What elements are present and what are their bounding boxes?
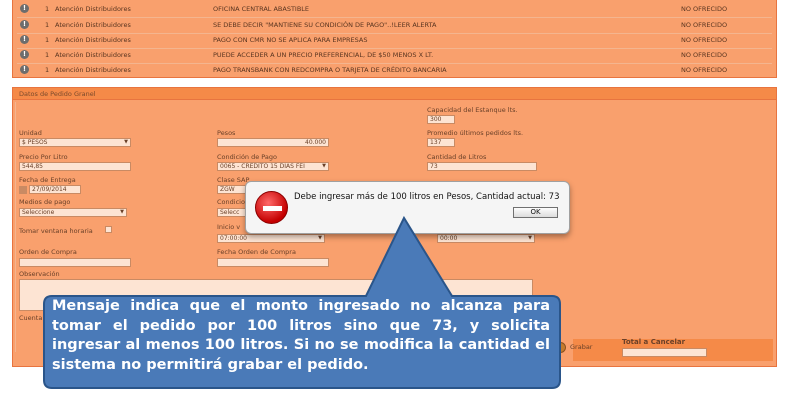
row-description: OFICINA CENTRAL ABASTIBLE	[213, 5, 310, 13]
row-number: 1	[45, 66, 50, 74]
pesos-label: Pesos	[217, 129, 236, 137]
row-description: SE DEBE DECIR "MANTIENE SU CONDICIÓN DE …	[213, 21, 437, 29]
row-description: PUEDE ACCEDER A UN PRECIO PREFERENCIAL, …	[213, 51, 434, 59]
fecha-label: Fecha de Entrega	[19, 176, 76, 184]
row-category: Atención Distribuidores	[55, 51, 131, 59]
medios-label: Medios de pago	[19, 198, 71, 206]
condicion2-select[interactable]: Selecc	[217, 208, 247, 217]
fecha-orden-field[interactable]	[217, 258, 329, 267]
row-number: 1	[45, 5, 50, 13]
table-row[interactable]: ! 1 Atención Distribuidores PUEDE ACCEDE…	[13, 48, 776, 62]
callout-text: Mensaje indica que el monto ingresado no…	[52, 298, 550, 373]
row-status: NO OFRECIDO	[681, 21, 728, 29]
row-category: Atención Distribuidores	[55, 66, 131, 74]
capacidad-field[interactable]: 300	[427, 115, 455, 124]
ventana-checkbox[interactable]	[105, 226, 112, 233]
row-status: NO OFRECIDO	[681, 51, 728, 59]
row-number: 1	[45, 21, 50, 29]
form-divider	[15, 102, 16, 352]
cuenta-label: Cuenta	[19, 314, 43, 322]
fecha-orden-label: Fecha Orden de Compra	[217, 248, 296, 256]
warning-icon: !	[20, 20, 29, 29]
cantidad-label: Cantidad de Litros	[427, 153, 487, 161]
row-number: 1	[45, 36, 50, 44]
warning-icon: !	[20, 65, 29, 74]
precio-label: Precio Por Litro	[19, 153, 68, 161]
row-status: NO OFRECIDO	[681, 66, 728, 74]
warning-icon: !	[20, 35, 29, 44]
warning-icon: !	[20, 50, 29, 59]
calendar-icon[interactable]	[19, 186, 27, 194]
row-number: 1	[45, 51, 50, 59]
table-row[interactable]: ! 1 Atención Distribuidores SE DEBE DECI…	[13, 18, 776, 32]
inicio-label: Inicio v	[217, 223, 241, 231]
unidad-label: Unidad	[19, 129, 42, 137]
form-title: Datos de Pedido Granel	[19, 90, 96, 98]
offers-table: ! 1 Atención Distribuidores OFICINA CENT…	[12, 0, 777, 78]
total-label: Total a Cancelar	[622, 338, 686, 346]
total-field	[622, 348, 707, 357]
row-category: Atención Distribuidores	[55, 21, 131, 29]
pesos-field[interactable]: 40.000	[217, 138, 329, 147]
alert-dialog: Debe ingresar más de 100 litros en Pesos…	[245, 181, 570, 234]
condicion-select[interactable]: 0065 - CREDITO 15 DIAS FEI	[217, 162, 329, 171]
orden-field[interactable]	[19, 258, 131, 267]
condicion-label: Condición de Pago	[217, 153, 278, 161]
row-category: Atención Distribuidores	[55, 5, 131, 13]
grabar-button[interactable]: Grabar	[570, 343, 592, 351]
promedio-label: Promedio últimos pedidos lts.	[427, 129, 524, 137]
table-row[interactable]: ! 1 Atención Distribuidores OFICINA CENT…	[13, 2, 776, 16]
row-status: NO OFRECIDO	[681, 36, 728, 44]
row-description: PAGO CON CMR NO SE APLICA PARA EMPRESAS	[213, 36, 368, 44]
orden-label: Orden de Compra	[19, 248, 77, 256]
save-icon[interactable]	[555, 342, 566, 353]
medios-select[interactable]: Seleccione	[19, 208, 127, 217]
row-description: PAGO TRANSBANK CON REDCOMPRA O TARJETA D…	[213, 66, 447, 74]
clase-label: Clase SAP	[217, 176, 250, 184]
unidad-select[interactable]: $ PESOS	[19, 138, 131, 147]
fecha-field[interactable]: 27/09/2014	[29, 185, 81, 194]
capacidad-label: Capacidad del Estanque lts.	[427, 106, 518, 114]
observacion-label: Observación	[19, 270, 60, 278]
clase-field[interactable]: ZGW	[217, 185, 247, 194]
fin-select[interactable]: 00:00	[437, 234, 535, 243]
condicion2-label: Condicio	[217, 198, 245, 206]
form-header: Datos de Pedido Granel	[13, 88, 776, 100]
precio-field[interactable]: 544,85	[19, 162, 131, 171]
table-row[interactable]: ! 1 Atención Distribuidores PAGO CON CMR…	[13, 33, 776, 47]
warning-icon: !	[20, 4, 29, 13]
ventana-label: Tomar ventana horaria	[19, 227, 93, 235]
error-stop-icon	[255, 191, 288, 224]
table-row[interactable]: ! 1 Atención Distribuidores PAGO TRANSBA…	[13, 63, 776, 77]
inicio-select[interactable]: 07:00:00	[217, 234, 325, 243]
ok-button[interactable]: OK	[513, 207, 558, 218]
row-category: Atención Distribuidores	[55, 36, 131, 44]
cantidad-field[interactable]: 73	[427, 162, 537, 171]
dialog-message: Debe ingresar más de 100 litros en Pesos…	[294, 192, 560, 202]
row-status: NO OFRECIDO	[681, 5, 728, 13]
promedio-field[interactable]: 137	[427, 138, 455, 147]
